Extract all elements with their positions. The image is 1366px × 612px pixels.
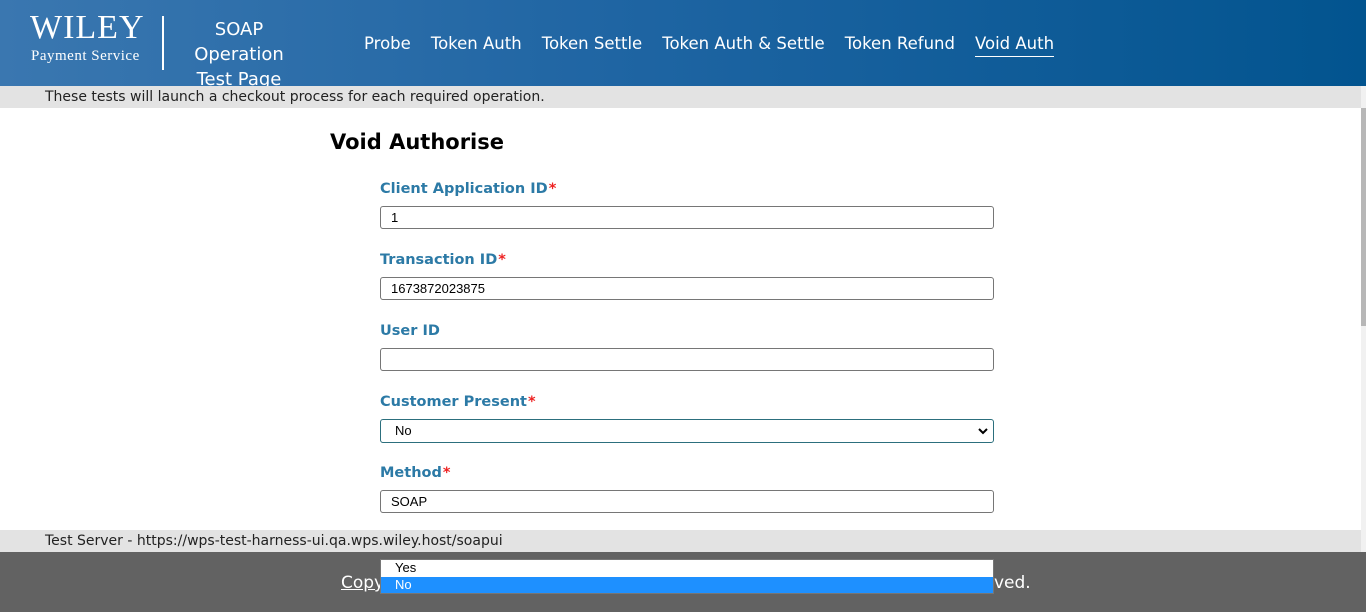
nav-token-settle[interactable]: Token Settle [542,33,643,57]
transaction-id-label: Transaction ID* [380,252,506,268]
method-input[interactable] [380,490,994,513]
label-text: Transaction ID [380,252,498,268]
customer-present-options: Yes No [380,559,994,594]
method-label: Method* [380,465,450,481]
label-text: User ID [380,323,440,339]
logo-text: WILEY [30,9,145,46]
customer-present-label: Customer Present* [380,394,536,410]
info-text: These tests will launch a checkout proce… [45,89,545,105]
app-title-line1: SOAP Operation [194,19,284,65]
required-marker: * [498,252,506,268]
nav-token-auth-settle[interactable]: Token Auth & Settle [662,33,825,57]
server-info-bar: Test Server - https://wps-test-harness-u… [0,530,1361,552]
client-application-id-label: Client Application ID* [380,181,556,197]
label-text: Customer Present [380,394,527,410]
selected-value: No [395,423,412,438]
logo-subtitle: Payment Service [31,48,140,64]
user-id-input[interactable] [380,348,994,371]
nav-token-refund[interactable]: Token Refund [845,33,955,57]
scrollbar-thumb[interactable] [1361,108,1366,326]
copyright-link[interactable]: Copy [341,573,384,593]
required-marker: * [527,394,536,410]
customer-present-select[interactable]: No [380,419,994,443]
form-title: Void Authorise [330,130,504,154]
required-marker: * [548,181,557,197]
user-id-label: User ID [380,323,440,339]
header-divider [162,16,164,70]
server-text: Test Server - https://wps-test-harness-u… [45,533,503,549]
label-text: Method [380,465,442,481]
nav-void-auth[interactable]: Void Auth [974,33,1055,57]
wiley-logo[interactable]: WILEY Payment Service [30,10,152,70]
copyright-text-tail: ved. [994,573,1031,593]
app-title: SOAP Operation Test Page [168,17,310,92]
label-text: Client Application ID [380,181,548,197]
transaction-id-input[interactable] [380,277,994,300]
chevron-down-icon [978,428,988,435]
vertical-scrollbar[interactable] [1361,86,1366,552]
option-yes[interactable]: Yes [381,560,993,576]
required-marker: * [442,465,451,481]
option-no[interactable]: No [381,577,993,593]
info-bar: These tests will launch a checkout proce… [0,86,1361,108]
nav-token-auth[interactable]: Token Auth [431,33,522,57]
nav-probe[interactable]: Probe [364,33,411,57]
client-application-id-input[interactable] [380,206,994,229]
page-header: WILEY Payment Service SOAP Operation Tes… [0,0,1366,90]
main-nav: Probe Token Auth Token Settle Token Auth… [364,33,1074,57]
